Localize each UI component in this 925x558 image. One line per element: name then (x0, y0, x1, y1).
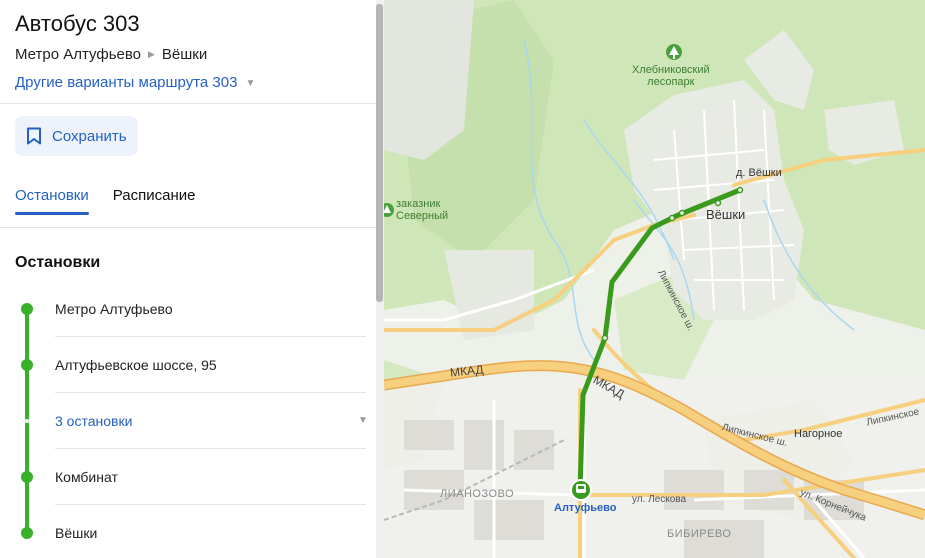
chevron-down-icon: ▼ (358, 415, 368, 426)
stop-dot-icon (21, 527, 33, 539)
list-item[interactable]: Алтуфьевское шоссе, 95 (0, 337, 378, 393)
route-from: Метро Алтуфьево (15, 46, 141, 63)
stop-label: Метро Алтуфьево (55, 301, 173, 317)
station-label: Алтуфьево (554, 502, 617, 514)
list-item[interactable]: Вёшки (0, 505, 378, 558)
list-item[interactable]: Комбинат (0, 449, 378, 505)
village-d-label: д. Вёшки (736, 167, 782, 179)
save-button-label: Сохранить (52, 127, 127, 145)
stop-dot-icon (25, 419, 29, 423)
lianozovo-label: ЛИАНОЗОВО (440, 488, 515, 500)
stop-dot-icon (21, 359, 33, 371)
leskova-label: ул. Лескова (632, 494, 687, 505)
chevron-down-icon: ▼ (245, 77, 256, 89)
map-view[interactable]: Хлебниковский лесопарк заказник Северный… (384, 0, 925, 558)
divider (0, 103, 378, 104)
stops-section-title: Остановки (15, 254, 101, 271)
expand-stops-item[interactable]: 3 остановки ▼ (0, 393, 378, 449)
stop-label: Комбинат (55, 469, 118, 485)
village-label: Вёшки (706, 207, 746, 222)
page-title: Автобус 303 (15, 11, 140, 36)
tabs: Остановки Расписание (15, 187, 219, 215)
scrollbar-thumb[interactable] (376, 4, 383, 302)
route-panel: Автобус 303 Метро Алтуфьево ▶ Вёшки Друг… (0, 0, 378, 558)
tab-stops[interactable]: Остановки (15, 187, 89, 215)
tab-schedule[interactable]: Расписание (113, 187, 196, 214)
save-button[interactable]: Сохранить (15, 116, 138, 156)
route-variants-label: Другие варианты маршрута 303 (15, 74, 238, 91)
arrow-right-icon: ▶ (148, 49, 155, 59)
route-variants-dropdown[interactable]: Другие варианты маршрута 303 ▼ (15, 74, 255, 91)
stop-dot-icon (21, 471, 33, 483)
nagornoe-label: Нагорное (794, 428, 843, 440)
park-label: Хлебниковский лесопарк (632, 64, 710, 88)
stop-label: Алтуфьевское шоссе, 95 (55, 357, 217, 373)
divider (0, 227, 378, 228)
stop-label: Вёшки (55, 525, 98, 541)
reserve-label: заказник Северный (396, 198, 449, 222)
stop-dot-icon (21, 303, 33, 315)
stop-label: 3 остановки (55, 413, 133, 429)
bibirevo-label: БИБИРЕВО (667, 528, 732, 540)
list-item[interactable]: Метро Алтуфьево (0, 281, 378, 337)
route-to: Вёшки (161, 46, 208, 63)
bookmark-icon (27, 127, 41, 145)
route-endpoints: Метро Алтуфьево ▶ Вёшки (15, 46, 207, 63)
